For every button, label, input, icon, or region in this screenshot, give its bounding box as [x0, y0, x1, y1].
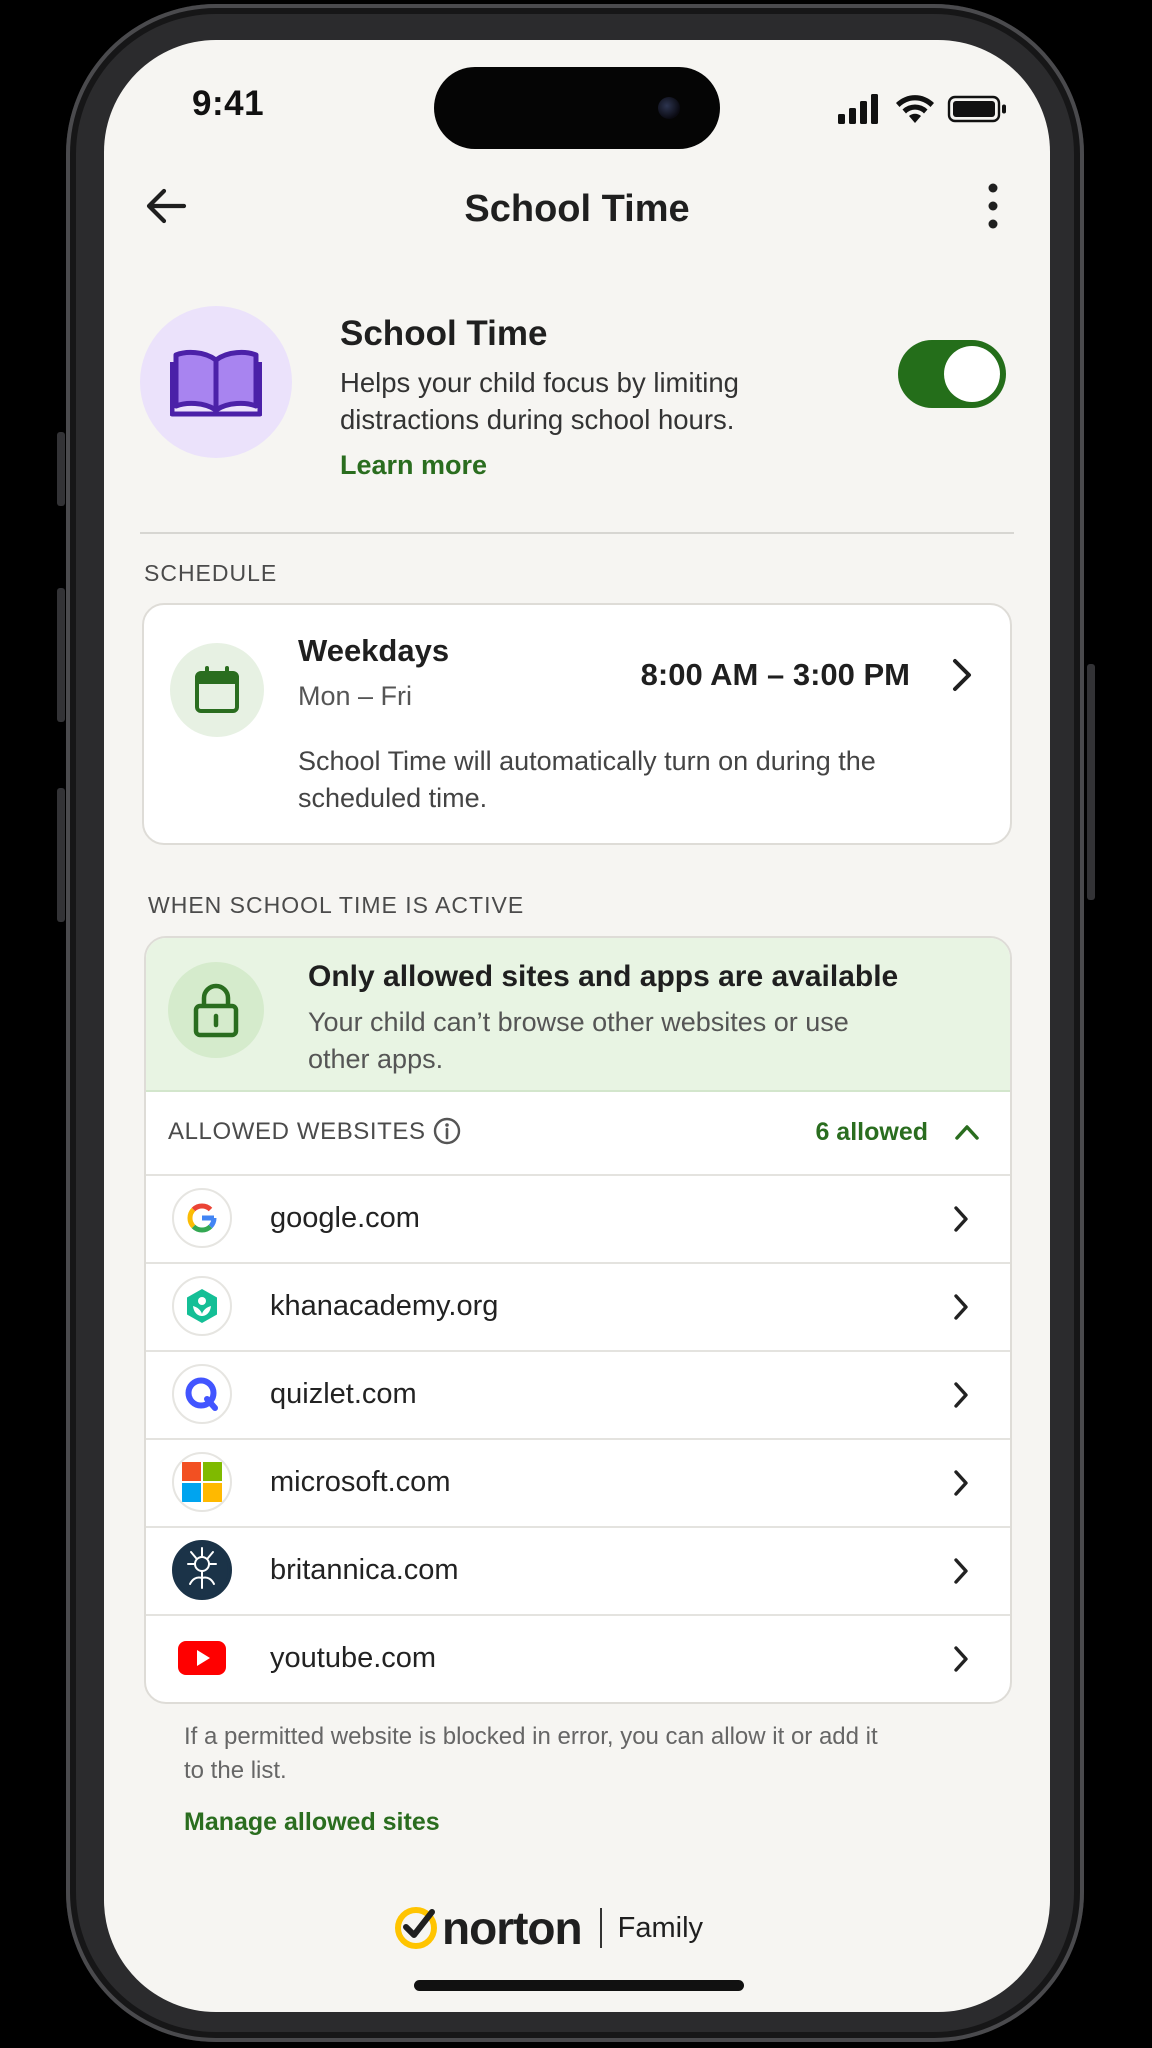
volume-up-button [57, 588, 65, 722]
info-icon[interactable] [432, 1116, 462, 1146]
schedule-card[interactable]: Weekdays Mon – Fri 8:00 AM – 3:00 PM Sch… [142, 603, 1012, 845]
chevron-right-icon [954, 1206, 968, 1232]
more-options-icon[interactable] [978, 180, 1008, 232]
lock-icon-badge [168, 962, 264, 1058]
signal-icon [838, 94, 878, 124]
school-time-toggle[interactable] [898, 340, 1006, 408]
lock-icon [193, 983, 239, 1038]
site-name: britannica.com [270, 1554, 459, 1586]
site-name: khanacademy.org [270, 1290, 499, 1322]
calendar-icon [195, 666, 239, 713]
brand-divider [599, 1908, 602, 1948]
norton-checkmark-icon [395, 1907, 437, 1949]
microsoft-logo-icon [172, 1452, 232, 1512]
volume-down-button [57, 788, 65, 922]
chevron-right-icon [954, 1382, 968, 1408]
schedule-days: Mon – Fri [298, 681, 413, 711]
calendar-icon-badge [170, 643, 264, 737]
chevron-right-icon [954, 1294, 968, 1320]
page-title: School Time [464, 188, 690, 230]
chevron-right-icon [954, 1470, 968, 1496]
learn-more-link[interactable]: Learn more [340, 450, 487, 481]
khan-academy-logo-icon [172, 1276, 232, 1336]
schedule-section-label: SCHEDULE [144, 560, 278, 586]
banner-title: Only allowed sites and apps are availabl… [308, 960, 899, 993]
status-icons [838, 94, 1006, 124]
feature-description: Helps your child focus by limiting distr… [340, 367, 739, 435]
feature-title: School Time [340, 314, 548, 353]
site-row-quizlet[interactable]: quizlet.com [146, 1350, 1010, 1438]
chevron-right-icon [954, 1558, 968, 1584]
youtube-logo-icon [172, 1628, 232, 1688]
action-button [57, 432, 65, 506]
norton-wordmark: norton [442, 1902, 583, 1954]
app-screen: 9:41 School Time School Time Helps your … [104, 40, 1050, 2012]
home-indicator[interactable] [414, 1980, 744, 1991]
active-section-label: WHEN SCHOOL TIME IS ACTIVE [148, 892, 525, 918]
status-time: 9:41 [192, 84, 265, 123]
britannica-logo-icon [172, 1540, 232, 1600]
site-row-google[interactable]: google.com [146, 1174, 1010, 1262]
chevron-up-icon[interactable] [954, 1122, 980, 1142]
blocked-in-error-note: If a permitted website is blocked in err… [184, 1723, 878, 1784]
divider [140, 532, 1014, 534]
banner-description: Your child can’t browse other websites o… [308, 1007, 849, 1074]
site-name: google.com [270, 1202, 420, 1234]
toggle-knob [944, 346, 1000, 402]
power-button [1087, 664, 1095, 900]
site-row-britannica[interactable]: britannica.com [146, 1526, 1010, 1614]
active-restrictions-card: Only allowed sites and apps are availabl… [144, 936, 1012, 1704]
quizlet-logo-icon [172, 1364, 232, 1424]
schedule-time-range: 8:00 AM – 3:00 PM [640, 657, 910, 692]
restriction-banner: Only allowed sites and apps are availabl… [146, 938, 1010, 1092]
site-name: quizlet.com [270, 1378, 417, 1410]
chevron-right-icon [953, 659, 971, 691]
google-logo-icon [172, 1188, 232, 1248]
allowed-websites-header[interactable]: ALLOWED WEBSITES 6 allowed [146, 1092, 1010, 1174]
manage-allowed-sites-link[interactable]: Manage allowed sites [184, 1808, 440, 1837]
dynamic-island [434, 67, 720, 149]
allowed-count: 6 allowed [815, 1118, 928, 1146]
camera-icon [658, 97, 680, 119]
site-row-khanacademy[interactable]: khanacademy.org [146, 1262, 1010, 1350]
wifi-icon [896, 95, 934, 123]
book-icon [170, 349, 262, 417]
family-wordmark: Family [617, 1911, 704, 1944]
schedule-title: Weekdays [298, 633, 450, 668]
site-name: youtube.com [270, 1642, 437, 1674]
battery-icon [947, 95, 1006, 123]
norton-family-brand: norton Family [394, 1898, 703, 1958]
school-time-icon-badge [140, 306, 292, 458]
site-name: microsoft.com [270, 1466, 451, 1498]
site-row-youtube[interactable]: youtube.com [146, 1614, 1010, 1702]
schedule-note: School Time will automatically turn on d… [298, 746, 876, 813]
allowed-websites-label: ALLOWED WEBSITES [168, 1118, 426, 1145]
site-row-microsoft[interactable]: microsoft.com [146, 1438, 1010, 1526]
chevron-right-icon [954, 1646, 968, 1672]
